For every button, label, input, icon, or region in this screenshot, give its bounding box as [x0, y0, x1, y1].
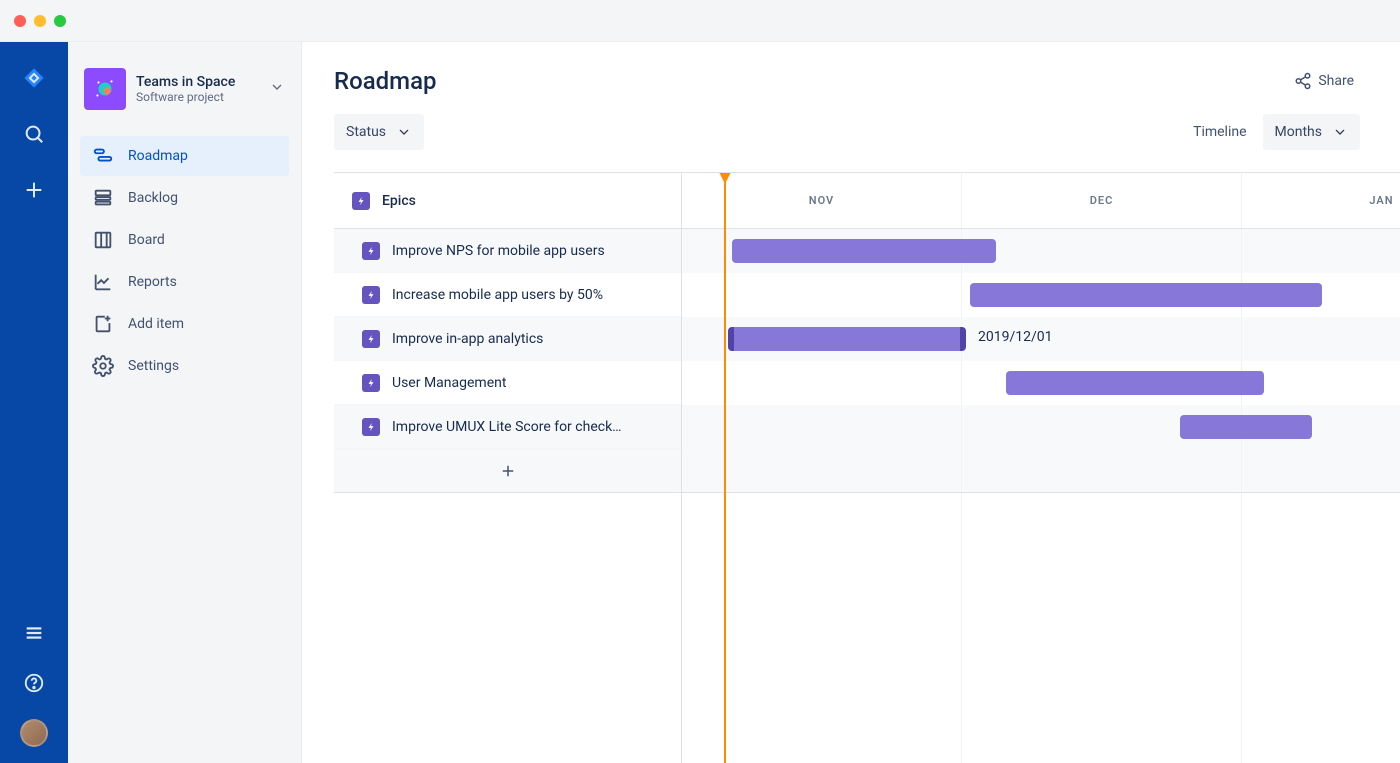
sidebar-item-backlog[interactable]: Backlog [80, 178, 289, 218]
epic-icon [362, 374, 380, 392]
sidebar-item-board[interactable]: Board [80, 220, 289, 260]
sidebar-item-settings[interactable]: Settings [80, 346, 289, 386]
sidebar-item-label: Add item [128, 316, 184, 332]
month-column-header: JAN [1242, 173, 1400, 228]
project-type: Software project [136, 90, 259, 104]
help-icon[interactable] [20, 669, 48, 697]
epic-bar[interactable] [728, 327, 966, 351]
epic-bar[interactable] [1180, 415, 1312, 439]
menu-icon[interactable] [20, 619, 48, 647]
window-close-button[interactable] [14, 15, 26, 27]
epic-icon [362, 286, 380, 304]
epic-label: Improve UMUX Lite Score for check… [392, 419, 622, 435]
today-marker [724, 173, 726, 763]
gantt-row [682, 405, 1400, 449]
page-title: Roadmap [334, 67, 437, 95]
user-avatar[interactable] [20, 719, 48, 747]
status-filter[interactable]: Status [334, 114, 424, 150]
sidebar-item-label: Settings [128, 358, 179, 374]
roadmap-gantt: Epics Improve NPS for mobile app users I… [334, 172, 1400, 763]
sidebar-item-reports[interactable]: Reports [80, 262, 289, 302]
sidebar-item-label: Reports [128, 274, 177, 290]
chevron-down-icon [269, 79, 285, 99]
plus-icon [499, 462, 517, 480]
epic-label: Improve NPS for mobile app users [392, 243, 605, 259]
bar-date-label: 2019/12/01 [978, 329, 1053, 345]
scale-select[interactable]: Months [1263, 114, 1360, 150]
chevron-down-icon [396, 124, 412, 140]
gantt-row [682, 273, 1400, 317]
epic-header-label: Epics [382, 193, 416, 209]
scale-label: Months [1275, 124, 1322, 140]
window-title-bar [0, 0, 1400, 42]
epic-icon [362, 330, 380, 348]
create-icon[interactable] [20, 176, 48, 204]
share-button[interactable]: Share [1288, 66, 1360, 96]
gantt-epic-header: Epics [334, 173, 681, 229]
epic-bar[interactable] [732, 239, 996, 263]
gantt-row [682, 229, 1400, 273]
epic-row[interactable]: User Management [334, 361, 681, 405]
epic-label: Increase mobile app users by 50% [392, 287, 603, 303]
window-minimize-button[interactable] [34, 15, 46, 27]
gantt-epic-list: Epics Improve NPS for mobile app users I… [334, 173, 682, 763]
share-label: Share [1318, 73, 1354, 89]
epic-icon [362, 242, 380, 260]
status-filter-label: Status [346, 124, 386, 140]
project-name: Teams in Space [136, 74, 259, 90]
gantt-row [682, 361, 1400, 405]
epic-icon [352, 192, 370, 210]
sidebar-item-label: Board [128, 232, 165, 248]
timeline-label: Timeline [1193, 124, 1246, 140]
epic-row[interactable]: Increase mobile app users by 50% [334, 273, 681, 317]
epic-bar[interactable] [1006, 371, 1264, 395]
sidebar-item-add-item[interactable]: Add item [80, 304, 289, 344]
search-icon[interactable] [20, 120, 48, 148]
create-epic-button[interactable] [334, 449, 681, 493]
epic-row[interactable]: Improve UMUX Lite Score for check… [334, 405, 681, 449]
sidebar-item-label: Roadmap [128, 148, 188, 164]
sidebar-item-label: Backlog [128, 190, 178, 206]
project-avatar-icon [84, 68, 126, 110]
epic-bar[interactable] [970, 283, 1322, 307]
epic-label: User Management [392, 375, 506, 391]
gantt-timeline[interactable]: NOVDECJAN 2019/12/01 [682, 173, 1400, 763]
epic-icon [362, 418, 380, 436]
gantt-row: 2019/12/01 [682, 317, 1400, 361]
window-zoom-button[interactable] [54, 15, 66, 27]
jira-logo-icon[interactable] [20, 64, 48, 92]
epic-row[interactable]: Improve in-app analytics [334, 317, 681, 361]
sidebar-item-roadmap[interactable]: Roadmap [80, 136, 289, 176]
share-icon [1294, 72, 1312, 90]
main-content: Roadmap Share Status Timeline Months [302, 42, 1400, 763]
chevron-down-icon [1332, 124, 1348, 140]
project-sidebar: Teams in Space Software project Roadmap … [68, 42, 302, 763]
project-switcher[interactable]: Teams in Space Software project [80, 64, 289, 114]
month-column-header: DEC [962, 173, 1242, 228]
global-rail [0, 42, 68, 763]
epic-label: Improve in-app analytics [392, 331, 543, 347]
epic-row[interactable]: Improve NPS for mobile app users [334, 229, 681, 273]
